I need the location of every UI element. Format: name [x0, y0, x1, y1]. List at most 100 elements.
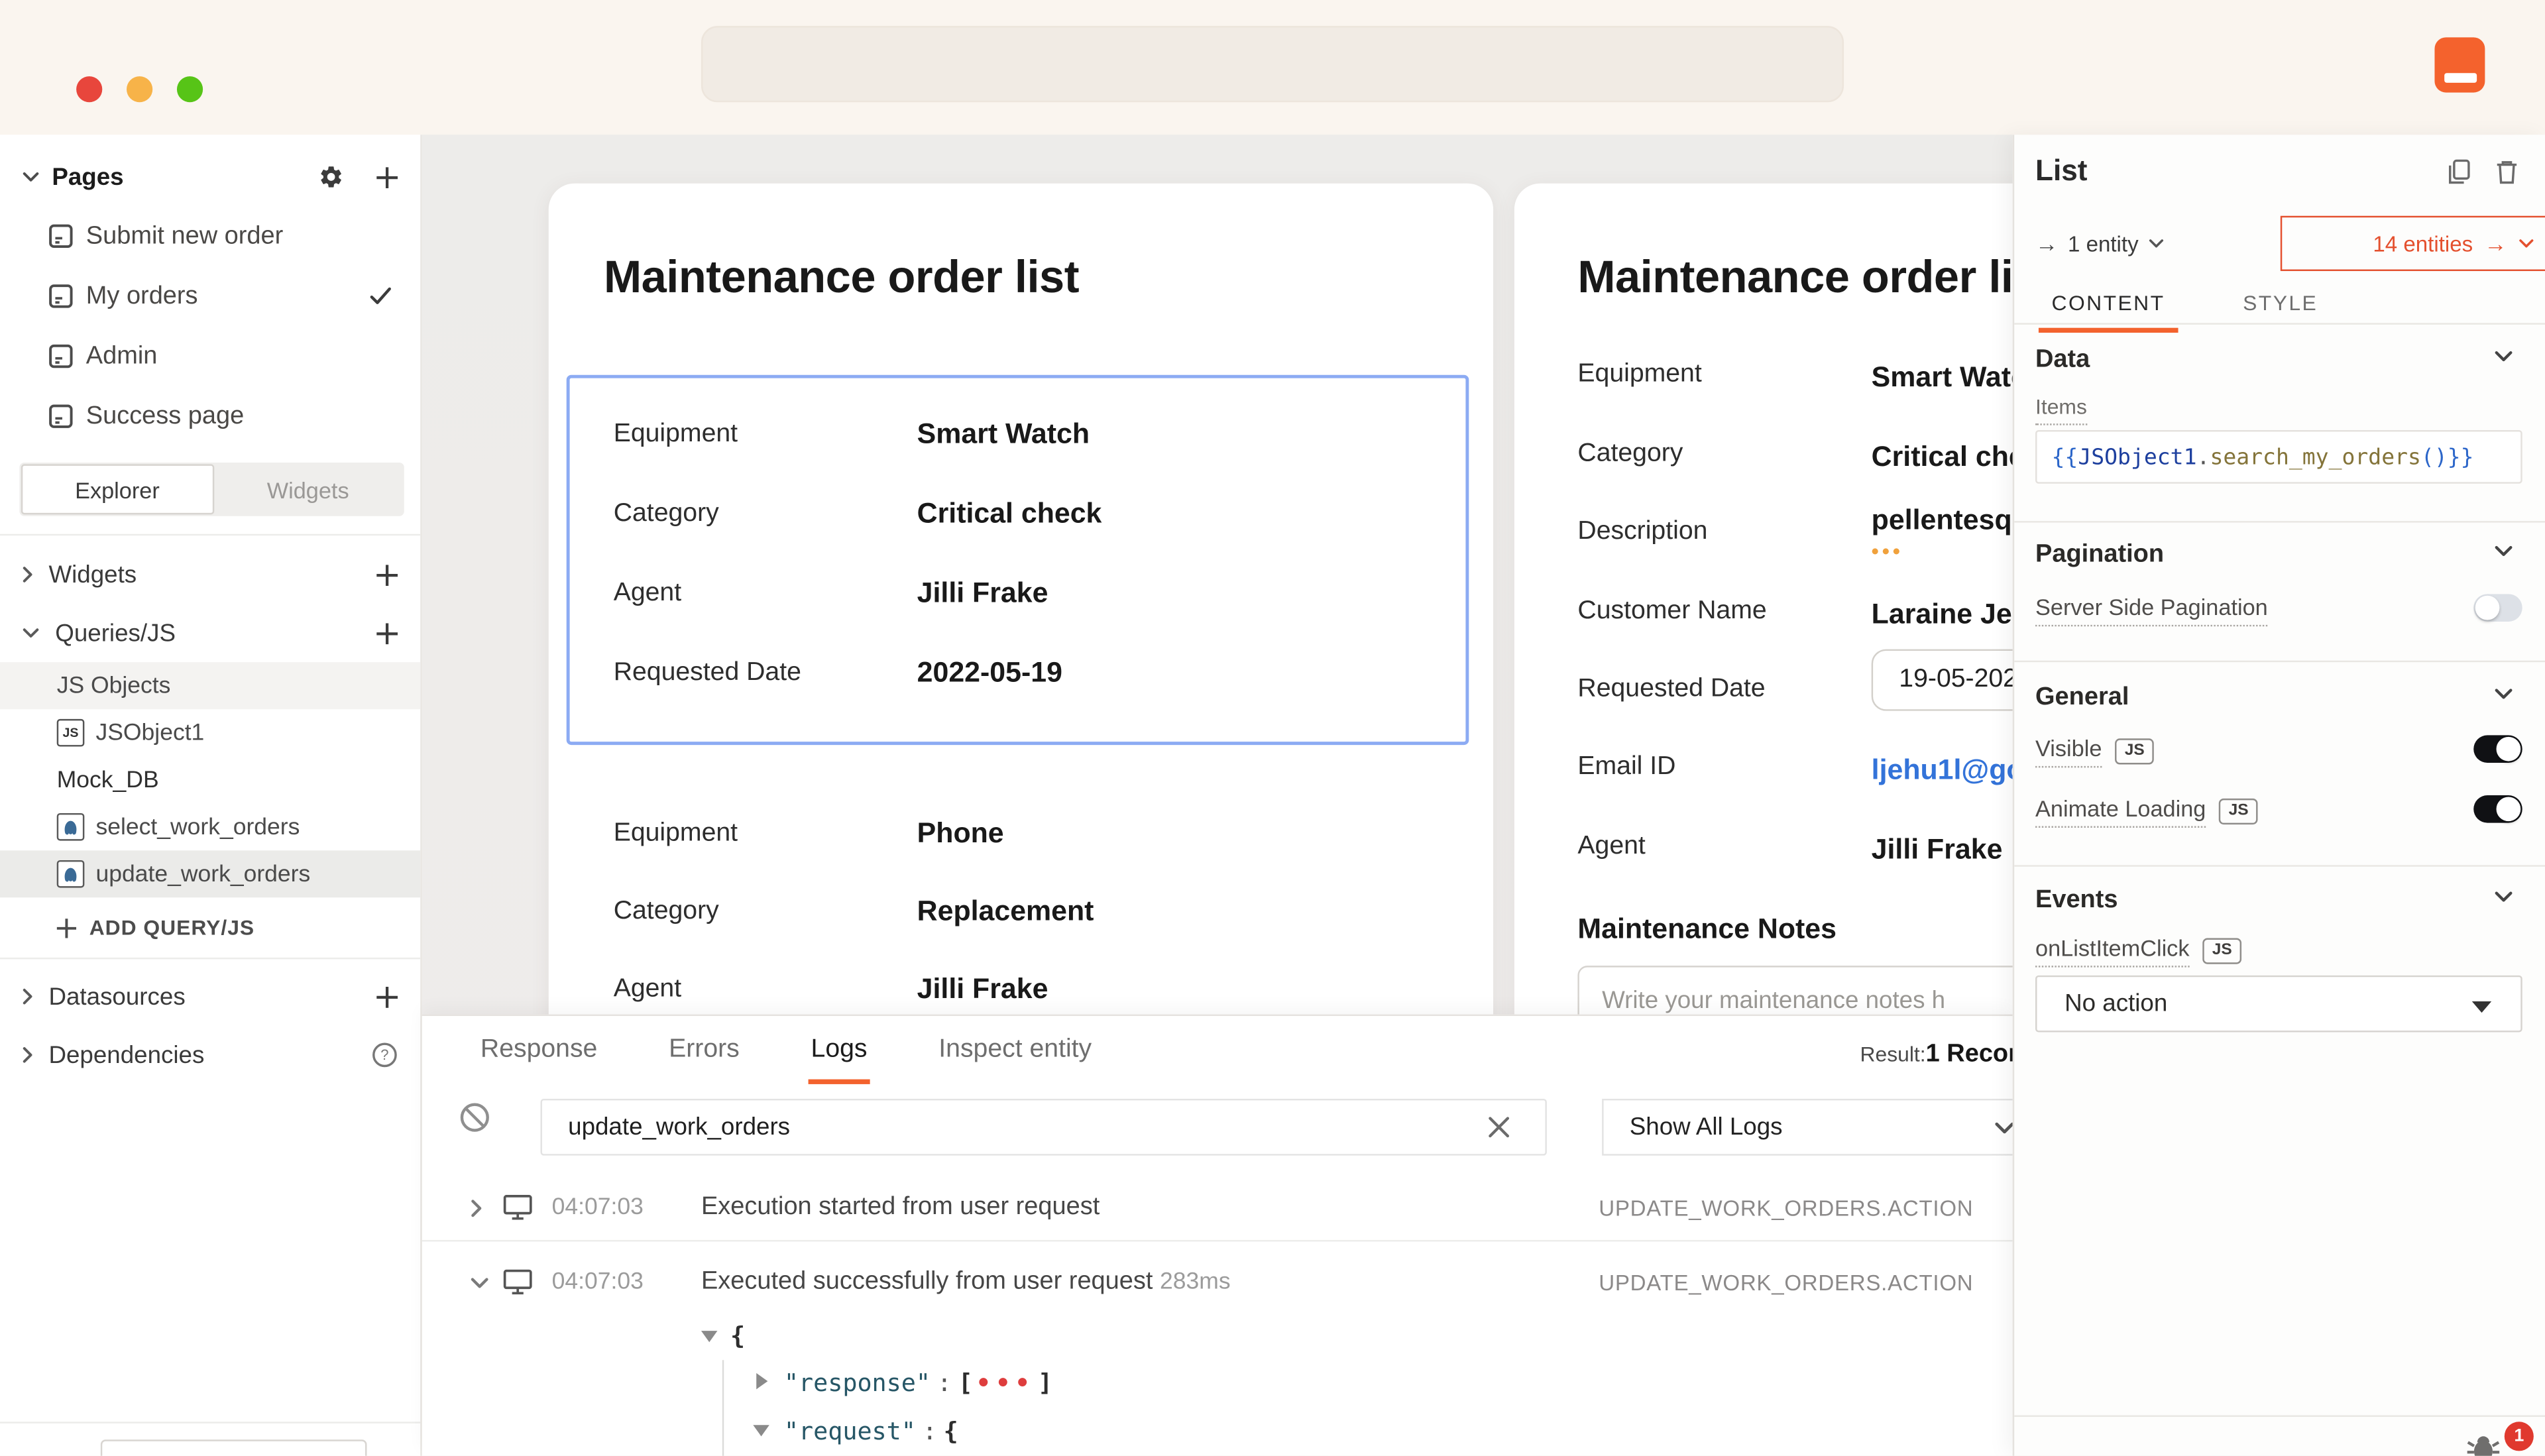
delete-widget-trash-icon[interactable] [2495, 159, 2519, 185]
js-toggle-chip[interactable]: JS [2219, 799, 2258, 824]
connect-git-button[interactable]: CONNECT GIT (BETA) [101, 1439, 366, 1455]
field-row: Equipment Phone [614, 816, 1466, 850]
tab-logs[interactable]: Logs [808, 1016, 871, 1084]
log-row[interactable]: 04:07:03 Execution started from user req… [422, 1178, 2013, 1239]
field-label: Equipment [614, 420, 917, 449]
section-header-pagination[interactable]: Pagination [2035, 541, 2164, 570]
browser-address-bar[interactable] [701, 26, 1844, 102]
field-value: Phone [917, 816, 1004, 850]
log-filter-input[interactable] [541, 1099, 1547, 1156]
entity-count-label: 1 entity [2068, 231, 2139, 256]
property-pane-tabs: CONTENT STYLE [2039, 284, 2331, 333]
add-widget-plus-icon[interactable] [376, 564, 398, 585]
add-page-plus-icon[interactable] [376, 166, 398, 188]
detail-row-customer-name: Customer Name Laraine Jel [1577, 597, 2019, 631]
page-icon [48, 284, 73, 309]
add-datasource-plus-icon[interactable] [376, 986, 398, 1007]
copy-widget-icon[interactable] [2446, 159, 2472, 185]
server-side-pagination-toggle[interactable] [2473, 594, 2522, 622]
tab-inspect-entity[interactable]: Inspect entity [935, 1016, 1095, 1084]
chevron-down-icon[interactable] [2495, 891, 2513, 902]
tab-widgets[interactable]: Widgets [213, 464, 402, 514]
help-question-icon[interactable] [372, 1042, 398, 1068]
js-object-icon: JS [57, 719, 85, 747]
date-value: 19-05-2022 [1899, 665, 2031, 695]
field-label: Requested Date [1577, 675, 1871, 704]
detail-row-agent: Agent Jilli Frake [1577, 832, 2002, 866]
json-root-row[interactable]: { [730, 1321, 745, 1350]
window-close-button[interactable] [76, 76, 102, 102]
section-header-general[interactable]: General [2035, 683, 2129, 712]
action-selector-dropdown[interactable]: No action [2035, 976, 2522, 1033]
chevron-down-icon[interactable] [2495, 351, 2513, 362]
tab-errors[interactable]: Errors [665, 1016, 742, 1084]
log-row[interactable]: 04:07:03 Executed successfully from user… [422, 1253, 2013, 1314]
pages-settings-gear-icon[interactable] [318, 164, 344, 190]
widget-name[interactable]: List [2035, 154, 2087, 188]
json-request-row[interactable]: "request":{ [784, 1417, 958, 1446]
sidebar-item-admin[interactable]: Admin [0, 326, 420, 386]
entity-count-left-dropdown[interactable]: → 1 entity [2035, 216, 2163, 271]
tree-item-select-work-orders[interactable]: select_work_orders [0, 803, 420, 850]
list-item-selected[interactable]: Equipment Smart Watch Category Critical … [567, 375, 1469, 745]
debug-bug-icon[interactable] [2465, 1431, 2501, 1456]
sidebar-item-submit-new-order[interactable]: Submit new order [0, 206, 420, 266]
collapse-triangle-icon[interactable] [701, 1331, 717, 1342]
visible-toggle[interactable] [2473, 735, 2522, 763]
pages-header[interactable]: Pages [0, 148, 420, 206]
field-row: Category Replacement [614, 894, 1466, 928]
chevron-down-icon [23, 172, 38, 182]
description-expand-ellipsis[interactable]: ••• [1872, 539, 1903, 563]
appsmith-logo-mark [2444, 73, 2476, 83]
add-query-js-button[interactable]: ADD QUERY/JS [0, 897, 420, 958]
monitor-icon [503, 1269, 532, 1295]
tree-group-label: Datasources [48, 983, 376, 1011]
chevron-down-icon [2148, 239, 2163, 249]
tab-explorer[interactable]: Explorer [21, 464, 213, 514]
tree-group-widgets[interactable]: Widgets [0, 545, 420, 604]
js-toggle-chip[interactable]: JS [2115, 738, 2154, 764]
section-header-events[interactable]: Events [2035, 886, 2118, 915]
tab-response[interactable]: Response [477, 1016, 600, 1084]
tree-header-js-objects[interactable]: JS Objects [0, 662, 420, 709]
tree-group-datasources[interactable]: Datasources [0, 968, 420, 1026]
tree-group-dependencies[interactable]: Dependencies [0, 1026, 420, 1084]
tree-item-jsobject1[interactable]: JS JSObject1 [0, 709, 420, 756]
appsmith-app-icon[interactable] [2434, 37, 2485, 92]
tree-item-update-work-orders[interactable]: update_work_orders [0, 850, 420, 897]
detail-row-description: Description pellentesque [1577, 503, 2045, 547]
collapse-triangle-icon[interactable] [753, 1425, 769, 1436]
entity-count-right-dropdown[interactable]: 14 entities → [2281, 216, 2545, 271]
json-response-row[interactable]: "response":[•••] [784, 1368, 1052, 1397]
sidebar-item-success-page[interactable]: Success page [0, 386, 420, 447]
section-header-data[interactable]: Data [2035, 346, 2090, 375]
chevron-down-icon[interactable] [2495, 545, 2513, 557]
window-minimize-button[interactable] [127, 76, 152, 102]
tree-group-queries-js[interactable]: Queries/JS [0, 604, 420, 662]
expand-triangle-icon[interactable] [756, 1373, 767, 1389]
tab-content[interactable]: CONTENT [2039, 284, 2178, 333]
page-icon [48, 344, 73, 368]
expand-chevron-right-icon[interactable] [471, 1200, 482, 1217]
window-zoom-button[interactable] [177, 76, 203, 102]
git-connect-row: CONNECT GIT (BETA) [0, 1422, 422, 1455]
sidebar-item-my-orders[interactable]: My orders [0, 266, 420, 327]
field-label: Category [614, 499, 917, 528]
log-source-entity[interactable]: UPDATE_WORK_ORDERS.ACTION [1599, 1196, 1973, 1221]
collapse-chevron-down-icon[interactable] [471, 1277, 488, 1288]
animate-loading-toggle[interactable] [2473, 795, 2522, 823]
js-toggle-chip[interactable]: JS [2202, 938, 2241, 964]
error-count-badge[interactable]: 1 [2505, 1422, 2534, 1451]
log-level-dropdown[interactable]: Show All Logs [1602, 1099, 2013, 1156]
clear-logs-ban-icon[interactable] [459, 1102, 490, 1133]
chevron-right-icon [23, 567, 32, 583]
chevron-down-icon[interactable] [2495, 688, 2513, 699]
tab-style[interactable]: STYLE [2230, 284, 2331, 333]
tree-header-mock-db[interactable]: Mock_DB [0, 756, 420, 803]
log-source-entity[interactable]: UPDATE_WORK_ORDERS.ACTION [1599, 1271, 1973, 1296]
page-item-label: My orders [86, 282, 198, 311]
clear-filter-close-icon[interactable] [1489, 1117, 1510, 1138]
add-query-plus-icon[interactable] [376, 622, 398, 644]
items-binding-input[interactable]: {{JSObject1.search_my_orders()}} [2035, 430, 2522, 484]
items-property-label: Items [2035, 394, 2087, 419]
